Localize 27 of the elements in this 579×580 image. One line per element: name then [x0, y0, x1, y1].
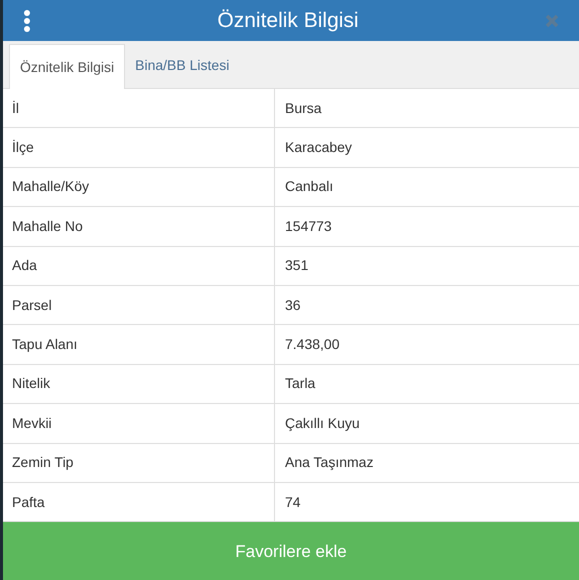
- property-label: Tapu Alanı: [12, 335, 78, 354]
- property-value: Bursa: [285, 98, 322, 118]
- property-label: Mahalle No: [12, 216, 83, 236]
- property-label: Parsel: [12, 296, 52, 315]
- add-to-favorites-button[interactable]: Favorilere ekle: [3, 522, 579, 580]
- menu-icon[interactable]: [23, 10, 31, 32]
- property-label: Ada: [12, 256, 37, 276]
- property-value: Çakıllı Kuyu: [285, 414, 360, 433]
- property-label: İl: [12, 98, 19, 118]
- property-value: Ana Taşınmaz: [285, 453, 374, 472]
- property-label: Pafta: [12, 492, 45, 512]
- property-label: İlçe: [12, 138, 34, 158]
- property-value: Karacabey: [285, 138, 352, 158]
- property-label: Nitelik: [12, 374, 50, 394]
- property-label: Zemin Tip: [12, 453, 74, 472]
- property-value: 154773: [285, 216, 332, 236]
- property-value: 36: [285, 296, 301, 315]
- property-value: 7.438,00: [285, 335, 340, 354]
- tab[interactable]: Öznitelik Bilgisi: [9, 44, 126, 89]
- property-value: Canbalı: [285, 177, 334, 196]
- property-value: 351: [285, 256, 308, 276]
- window-title: Öznitelik Bilgisi: [217, 8, 359, 34]
- tab[interactable]: Bina/BB Listesi: [125, 43, 240, 88]
- property-label: Mevkii: [12, 414, 52, 433]
- property-label: Mahalle/Köy: [12, 177, 90, 196]
- property-value: Tarla: [285, 374, 316, 394]
- property-value: 74: [285, 492, 301, 512]
